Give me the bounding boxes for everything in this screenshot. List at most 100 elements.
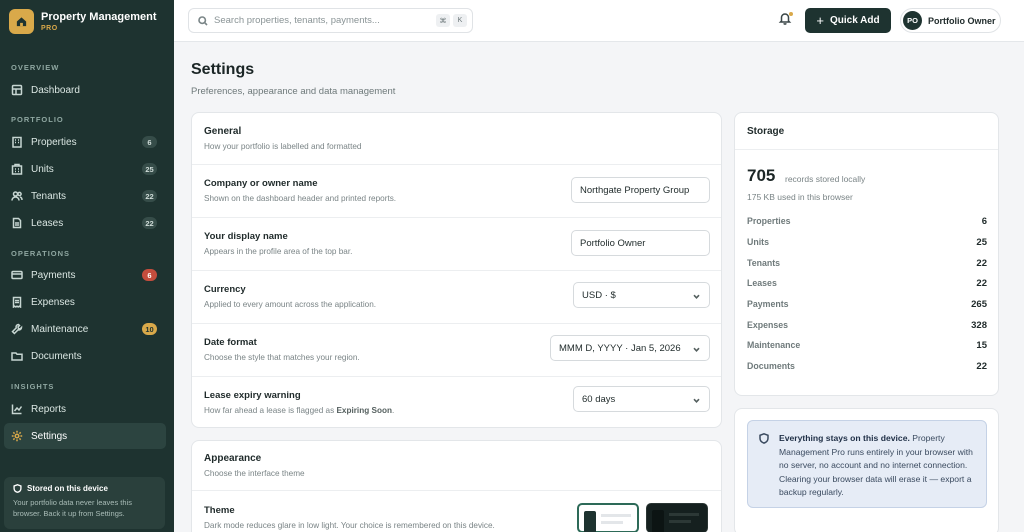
storage-row: Documents 22 [747, 360, 987, 372]
chart-icon [11, 404, 23, 415]
document-icon [12, 217, 22, 229]
lease-expiry-row: Lease expiry warning How far ahead a lea… [192, 377, 721, 427]
setting-label: Currency [204, 284, 246, 295]
brand[interactable]: Property Management PRO [9, 9, 157, 34]
display-name-field[interactable]: Portfolio Owner [571, 230, 710, 256]
kbd-k: K [453, 14, 467, 27]
card-icon [11, 270, 23, 280]
units-icon [11, 163, 23, 175]
sidebar-item-maintenance[interactable]: Maintenance 10 [4, 316, 166, 342]
storage-size: 175 KB used in this browser [747, 192, 853, 202]
theme-row: Theme Dark mode reduces glare in low lig… [192, 491, 721, 532]
count-badge: 22 [142, 190, 157, 202]
dark-theme-option[interactable] [646, 503, 708, 532]
sidebar-item-tenants[interactable]: Tenants 22 [4, 183, 166, 209]
user-menu[interactable]: PO Portfolio Owner [900, 8, 1001, 33]
notification-dot [789, 12, 793, 16]
alert-badge: 6 [142, 269, 157, 281]
sidebar-item-label: Maintenance [31, 323, 89, 335]
records-label: records stored locally [785, 174, 866, 184]
select-value: 60 days [582, 393, 616, 405]
storage-row: Payments 265 [747, 298, 987, 310]
user-name: Portfolio Owner [928, 15, 996, 26]
shield-icon [759, 433, 769, 444]
chevron-down-icon [693, 396, 700, 403]
select-value: MMM D, YYYY · Jan 5, 2026 [559, 342, 681, 354]
lease-expiry-select[interactable]: 60 days [573, 386, 710, 412]
page-title: Settings [191, 61, 255, 78]
sidebar-item-documents[interactable]: Documents [4, 343, 166, 369]
sidebar-item-label: Expenses [31, 296, 75, 308]
setting-label: Your display name [204, 231, 288, 242]
search-icon [198, 15, 208, 26]
count-badge: 10 [142, 323, 157, 335]
sidebar-item-properties[interactable]: Properties 6 [4, 129, 166, 155]
setting-hint: Appears in the profile area of the top b… [204, 247, 353, 256]
folder-icon [11, 352, 23, 361]
quick-add-button[interactable]: + Quick Add [805, 8, 891, 33]
general-card: General How your portfolio is labelled a… [191, 112, 722, 428]
count-badge: 25 [142, 163, 157, 175]
company-name-field[interactable]: Northgate Property Group [571, 177, 710, 203]
setting-hint: Applied to every amount across the appli… [204, 300, 377, 309]
privacy-notice-title: Everything stays on this device. [779, 433, 910, 443]
avatar: PO [903, 11, 922, 30]
date-format-row: Date format Choose the style that matche… [192, 324, 721, 377]
storage-row: Expenses 328 [747, 319, 987, 331]
general-header: General How your portfolio is labelled a… [192, 113, 721, 165]
chevron-down-icon [693, 292, 700, 299]
appearance-header: Appearance Choose the interface theme [192, 441, 721, 491]
sidebar-item-settings[interactable]: Settings [4, 423, 166, 449]
date-format-select[interactable]: MMM D, YYYY · Jan 5, 2026 [550, 335, 710, 361]
count-badge: 22 [142, 217, 157, 229]
sidebar-item-label: Leases [31, 217, 64, 229]
search-placeholder: Search properties, tenants, payments... [214, 15, 380, 26]
sidebar-item-label: Properties [31, 136, 77, 148]
setting-label: Theme [204, 505, 235, 516]
setting-label: Date format [204, 337, 257, 348]
shield-icon [13, 484, 22, 493]
home-logo-icon [9, 9, 34, 34]
device-storage-note: Stored on this device Your portfolio dat… [4, 477, 165, 529]
sidebar-item-reports[interactable]: Reports [4, 396, 166, 422]
sidebar-item-label: Payments [31, 269, 76, 281]
light-theme-option[interactable] [577, 503, 639, 532]
sidebar-item-dashboard[interactable]: Dashboard [4, 77, 166, 103]
users-icon [11, 191, 23, 201]
section-overview: OVERVIEW [11, 63, 60, 72]
theme-preview-sidebar [584, 511, 596, 532]
storage-row: Tenants 22 [747, 257, 987, 269]
device-note-title: Stored on this device [27, 484, 108, 493]
search-input[interactable]: Search properties, tenants, payments... … [188, 8, 473, 33]
currency-select[interactable]: USD · $ [573, 282, 710, 308]
sidebar-item-expenses[interactable]: Expenses [4, 289, 166, 315]
setting-hint: Dark mode reduces glare in low light. Yo… [204, 521, 495, 530]
storage-title: Storage [747, 126, 785, 137]
setting-hint: Choose the style that matches your regio… [204, 353, 360, 362]
theme-preview-line [669, 520, 691, 523]
page-subtitle: Preferences, appearance and data managem… [191, 86, 396, 97]
sidebar-item-units[interactable]: Units 25 [4, 156, 166, 182]
brand-sub: PRO [41, 25, 58, 32]
wrench-icon [11, 323, 23, 335]
section-portfolio: PORTFOLIO [11, 115, 64, 124]
section-title: Appearance [204, 453, 262, 464]
storage-card: Storage [734, 112, 999, 396]
section-subtitle: Choose the interface theme [204, 469, 305, 478]
theme-preview-sidebar [652, 510, 664, 532]
storage-row: Units 25 [747, 236, 987, 248]
chevron-down-icon [693, 345, 700, 352]
sidebar-item-payments[interactable]: Payments 6 [4, 262, 166, 288]
plus-icon: + [816, 13, 824, 28]
sidebar-item-label: Reports [31, 403, 67, 415]
sidebar-item-leases[interactable]: Leases 22 [4, 210, 166, 236]
setting-hint: How far ahead a lease is flagged as Expi… [204, 406, 395, 415]
quick-add-label: Quick Add [829, 15, 880, 26]
notifications-button[interactable] [778, 11, 794, 27]
sidebar-item-label: Documents [31, 350, 82, 362]
sidebar-item-label: Settings [31, 430, 68, 442]
receipt-icon [12, 296, 22, 308]
top-bar: Search properties, tenants, payments... … [174, 0, 1024, 42]
section-operations: OPERATIONS [11, 249, 71, 258]
dashboard-icon [11, 84, 23, 96]
